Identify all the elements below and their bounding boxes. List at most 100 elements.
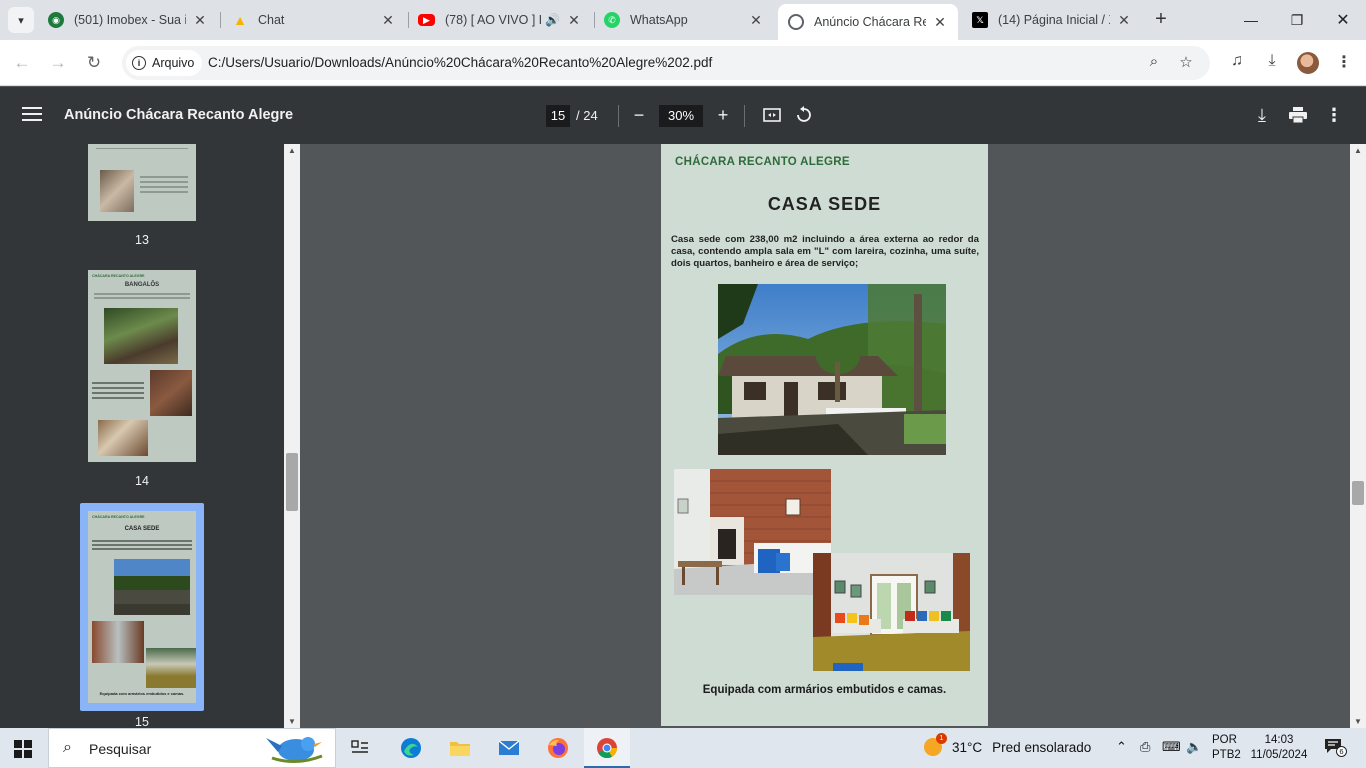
- volume-icon[interactable]: 🔈: [1186, 739, 1202, 755]
- search-placeholder: Pesquisar: [89, 741, 152, 757]
- chrome-icon[interactable]: [593, 734, 621, 762]
- reload-button[interactable]: ↻: [82, 51, 106, 75]
- print-icon: [1289, 107, 1307, 123]
- firefox-icon[interactable]: [544, 734, 572, 762]
- tab-title: Anúncio Chácara Rec: [814, 15, 926, 29]
- scroll-down-arrow-icon[interactable]: ▼: [284, 717, 300, 726]
- menu-icon[interactable]: [22, 107, 42, 125]
- task-view-icon[interactable]: [346, 734, 374, 762]
- thumbnail-footer: Equipada com armários embutidos e camas.: [99, 691, 185, 696]
- close-icon[interactable]: ✕: [192, 12, 208, 29]
- print-button[interactable]: [1286, 103, 1310, 127]
- page-description: Casa sede com 238,00 m2 incluindo a área…: [671, 234, 979, 269]
- tab-youtube[interactable]: ▶ (78) [ AO VIVO ] L 🔊 ✕: [408, 0, 592, 40]
- thumbnail-page-15[interactable]: CHÁCARA RECANTO ALEGRE CASA SEDE Equipad…: [88, 511, 196, 703]
- zoom-input[interactable]: 30%: [659, 105, 703, 127]
- rotate-button[interactable]: [792, 103, 816, 127]
- sidebar-scrollbar[interactable]: ▲ ▼: [284, 144, 300, 728]
- edge-icon[interactable]: [397, 734, 425, 762]
- weather-description: Pred ensolarado: [992, 739, 1092, 755]
- pdf-toolbar: Anúncio Chácara Recanto Alegre 15 / 24 −…: [0, 87, 1366, 144]
- info-icon: i: [132, 56, 146, 70]
- tab-x[interactable]: 𝕏 (14) Página Inicial / X ✕: [962, 0, 1142, 40]
- notification-icon[interactable]: 6: [1324, 738, 1347, 757]
- thumbnail-header: CHÁCARA RECANTO ALEGRE: [92, 515, 145, 519]
- page-number-input[interactable]: 15: [546, 105, 570, 127]
- new-tab-button[interactable]: +: [1150, 8, 1172, 30]
- profile-avatar[interactable]: [1297, 52, 1319, 74]
- tab-whatsapp[interactable]: ✆ WhatsApp ✕: [594, 0, 774, 40]
- media-controls-icon[interactable]: ♫: [1226, 52, 1248, 74]
- rotate-icon: [797, 106, 811, 122]
- mail-icon[interactable]: [495, 734, 523, 762]
- network-icon[interactable]: ⎙: [1140, 739, 1150, 755]
- speaker-icon[interactable]: 🔊: [545, 13, 560, 27]
- zoom-in-button[interactable]: +: [711, 103, 735, 127]
- thumbnail-page-14[interactable]: CHÁCARA RECANTO ALEGRE BANGALÔS: [88, 270, 196, 462]
- windows-start-icon[interactable]: [14, 740, 32, 758]
- chevron-up-icon[interactable]: ⌃: [1116, 739, 1127, 755]
- chip-label: Arquivo: [152, 56, 195, 70]
- tab-anuncio[interactable]: Anúncio Chácara Rec ✕: [778, 4, 958, 40]
- language-indicator[interactable]: POR PTB2: [1212, 733, 1241, 763]
- thumbnail-label: 13: [135, 233, 149, 247]
- url-text[interactable]: C:/Users/Usuario/Downloads/Anúncio%20Chá…: [208, 55, 712, 70]
- weather-widget[interactable]: 1 31°C Pred ensolarado: [924, 733, 1092, 756]
- pdf-page: CHÁCARA RECANTO ALEGRE CASA SEDE Casa se…: [661, 144, 988, 726]
- close-icon[interactable]: ✕: [932, 14, 948, 31]
- toolbar-divider: [744, 105, 745, 127]
- back-button[interactable]: ←: [10, 51, 34, 75]
- main-scrollbar[interactable]: ▲ ▼: [1350, 144, 1366, 728]
- tab-divider: [220, 12, 221, 28]
- imobex-icon: ◉: [48, 12, 64, 28]
- thumbnail-label: 14: [135, 474, 149, 488]
- tab-title: (501) Imobex - Sua im: [74, 13, 186, 27]
- bookmark-star-icon[interactable]: ☆: [1176, 53, 1196, 73]
- weather-badge: 1: [936, 733, 947, 744]
- scroll-down-arrow-icon[interactable]: ▼: [1350, 717, 1366, 726]
- house-exterior-photo: [718, 284, 946, 455]
- clock-time: 14:03: [1264, 734, 1294, 746]
- lang-code: POR: [1212, 734, 1237, 746]
- zoom-out-button[interactable]: −: [627, 103, 651, 127]
- thumbnail-label: 15: [135, 715, 149, 728]
- restore-button[interactable]: ❐: [1274, 0, 1320, 40]
- tab-search-button[interactable]: ▾: [8, 7, 34, 33]
- tab-strip: ▾ ◉ (501) Imobex - Sua im ✕ ▲ Chat ✕ ▶ (…: [0, 0, 1366, 40]
- site-info-chip[interactable]: i Arquivo: [126, 50, 203, 76]
- scroll-up-arrow-icon[interactable]: ▲: [284, 146, 300, 155]
- main-scroll-thumb[interactable]: [1352, 481, 1364, 505]
- living-room-photo: [674, 469, 831, 595]
- address-bar[interactable]: i Arquivo C:/Users/Usuario/Downloads/Anú…: [122, 46, 1210, 80]
- fit-page-button[interactable]: [760, 103, 784, 127]
- x-icon: 𝕏: [972, 12, 988, 28]
- forward-button[interactable]: →: [46, 51, 70, 75]
- sidebar-scroll-thumb[interactable]: [286, 453, 298, 511]
- close-icon[interactable]: ✕: [1116, 12, 1132, 29]
- whatsapp-icon: ✆: [604, 12, 620, 28]
- chat-icon: ▲: [233, 12, 247, 28]
- windows-taskbar: ⌕ Pesquisar 1 31°C Pred ensolarado ⌃ ⎙ ⌨…: [0, 728, 1366, 768]
- tab-imobex[interactable]: ◉ (501) Imobex - Sua im ✕: [38, 0, 218, 40]
- close-icon[interactable]: ✕: [380, 12, 396, 29]
- sun-icon: 1: [924, 733, 947, 756]
- scroll-up-arrow-icon[interactable]: ▲: [1350, 146, 1366, 155]
- thumbnail-page-13[interactable]: [88, 144, 196, 221]
- more-actions-icon[interactable]: ⋮: [1322, 103, 1346, 127]
- clock-date: 11/05/2024: [1250, 749, 1308, 761]
- clock[interactable]: 14:03 11/05/2024: [1248, 733, 1310, 763]
- input-method-icon[interactable]: ⌨: [1162, 739, 1181, 755]
- file-explorer-icon[interactable]: [446, 734, 474, 762]
- tab-chat[interactable]: ▲ Chat ✕: [222, 0, 406, 40]
- download-icon[interactable]: ⤓: [1261, 52, 1283, 74]
- tab-title: (14) Página Inicial / X: [998, 13, 1110, 27]
- zoom-icon[interactable]: ⌕: [1144, 53, 1164, 73]
- close-icon[interactable]: ✕: [566, 12, 582, 29]
- menu-dots-icon[interactable]: ⋮: [1333, 52, 1355, 74]
- minimize-button[interactable]: —: [1228, 0, 1274, 40]
- close-icon[interactable]: ✕: [748, 12, 764, 29]
- fit-page-icon: [763, 108, 781, 122]
- globe-icon: [788, 14, 804, 30]
- download-button[interactable]: ⤓: [1250, 103, 1274, 127]
- close-window-button[interactable]: ✕: [1320, 0, 1366, 40]
